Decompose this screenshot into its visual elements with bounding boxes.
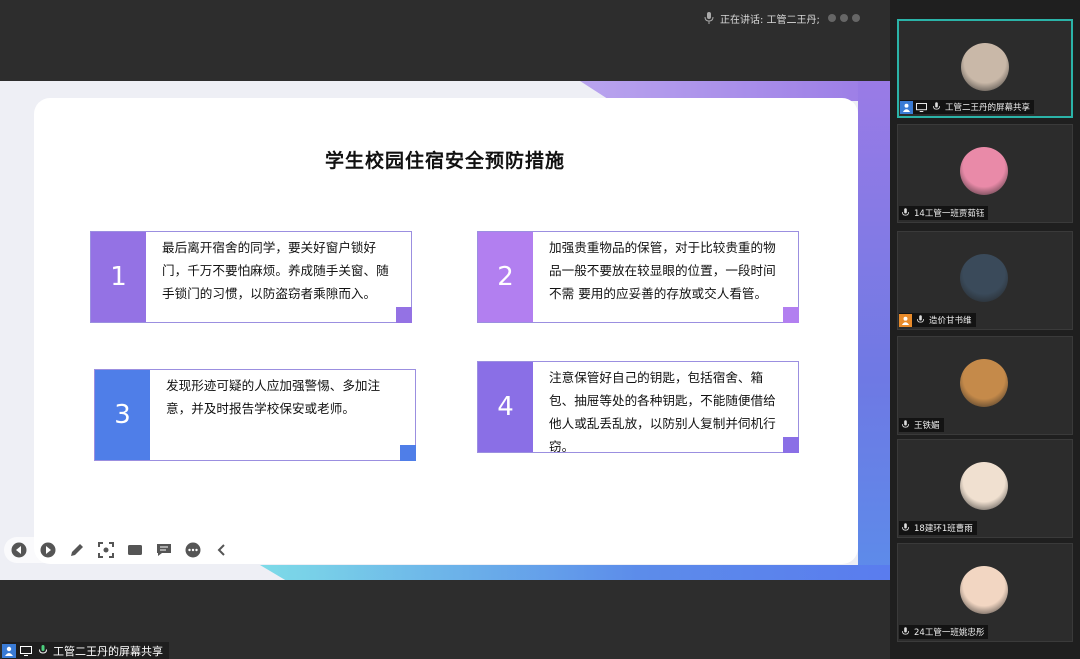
- screen-icon: [19, 644, 33, 658]
- item-text: 最后离开宿舍的同学，要关好窗户锁好门，千万不要怕麻烦。养成随手关窗、随手锁门的习…: [162, 240, 389, 301]
- item-text: 发现形迹可疑的人应加强警惕、多加注意，并及时报告学校保安或老师。: [166, 378, 381, 416]
- participant-name: 24工管一班姚忠彤: [914, 628, 985, 638]
- measure-item-3: 3 发现形迹可疑的人应加强警惕、多加注意，并及时报告学校保安或老师。: [94, 369, 416, 461]
- avatar: [960, 147, 1008, 195]
- item-corner: [396, 307, 412, 323]
- participant-name: 工管二王丹的屏幕共享: [945, 103, 1031, 113]
- avatar: [961, 43, 1009, 91]
- collapse-icon[interactable]: [213, 541, 231, 559]
- screen-share-label: 工管二王丹的屏幕共享: [2, 642, 169, 659]
- mic-icon: [36, 644, 50, 658]
- item-number: 1: [91, 232, 146, 322]
- item-corner: [400, 445, 416, 461]
- measure-item-1: 1 最后离开宿舍的同学，要关好窗户锁好门，千万不要怕麻烦。养成随手关窗、随手锁门…: [90, 231, 412, 323]
- avatar: [960, 462, 1008, 510]
- meeting-window: 正在讲话: 工管二王丹; 学生校园住宿安全预防措施 1 最后离开宿舍的同学，要关…: [0, 0, 1080, 659]
- next-icon[interactable]: [39, 541, 57, 559]
- user-icon: [900, 100, 913, 114]
- participant-name-label: 造价甘书维: [899, 313, 976, 327]
- avatar: [960, 254, 1008, 302]
- avatar: [960, 566, 1008, 614]
- speaking-indicator: 正在讲话: 工管二王丹;: [704, 10, 862, 26]
- participant-tile[interactable]: 造价甘书维: [897, 231, 1073, 330]
- participant-name: 造价甘书维: [929, 316, 972, 326]
- participant-name-label: 王铁媚: [899, 418, 944, 432]
- mic-icon: [704, 12, 714, 24]
- screenshot-icon[interactable]: [97, 541, 115, 559]
- pen-icon[interactable]: [68, 541, 86, 559]
- item-corner: [783, 437, 799, 453]
- mic-icon: [899, 522, 912, 535]
- avatar: [960, 359, 1008, 407]
- participant-tile[interactable]: 24工管一班姚忠彤: [897, 543, 1073, 642]
- prev-icon[interactable]: [10, 541, 28, 559]
- item-corner: [783, 307, 799, 323]
- comment-icon[interactable]: [155, 541, 173, 559]
- participant-tile[interactable]: 王铁媚: [897, 336, 1073, 435]
- speaking-text: 正在讲话: 工管二王丹;: [720, 14, 820, 26]
- participant-name-label: 18建环1班曹雨: [899, 521, 977, 535]
- mic-icon: [899, 626, 912, 639]
- camera-icon[interactable]: [126, 541, 144, 559]
- slide-title: 学生校园住宿安全预防措施: [324, 150, 565, 172]
- participant-panel: 工管二王丹的屏幕共享 14工管一班贾茹钰 造价甘书维王铁媚 18建环1班曹雨 24工管一…: [890, 0, 1080, 659]
- signal-icon: [827, 14, 860, 22]
- participant-tile[interactable]: 14工管一班贾茹钰: [897, 124, 1073, 223]
- participant-name: 14工管一班贾茹钰: [914, 209, 985, 219]
- participant-name-label: 工管二王丹的屏幕共享: [900, 100, 1035, 114]
- participant-name: 18建环1班曹雨: [914, 524, 973, 534]
- participant-tile[interactable]: 18建环1班曹雨: [897, 439, 1073, 538]
- user-icon: [2, 643, 16, 658]
- slide-decoration: [260, 565, 890, 580]
- item-number: 4: [478, 362, 533, 452]
- item-text: 注意保管好自己的钥匙，包括宿舍、箱包、抽屉等处的各种钥匙，不能随便借给他人或乱丢…: [549, 370, 776, 452]
- measure-item-2: 2 加强贵重物品的保管，对于比较贵重的物品一般不要放在较显眼的位置，一段时间不需…: [477, 231, 799, 323]
- item-number: 3: [95, 370, 150, 460]
- item-number: 2: [478, 232, 533, 322]
- user-icon: [899, 313, 912, 327]
- mic-icon: [899, 207, 912, 220]
- mic-icon: [899, 419, 912, 432]
- mic-icon: [914, 314, 927, 327]
- participant-name-label: 14工管一班贾茹钰: [899, 206, 989, 220]
- annotation-toolbar: [4, 537, 236, 563]
- measure-item-4: 4 注意保管好自己的钥匙，包括宿舍、箱包、抽屉等处的各种钥匙，不能随便借给他人或…: [477, 361, 799, 453]
- participant-name: 王铁媚: [914, 421, 940, 431]
- participant-name-label: 24工管一班姚忠彤: [899, 625, 989, 639]
- share-label-text: 工管二王丹的屏幕共享: [53, 644, 163, 658]
- screen-icon: [915, 101, 928, 114]
- mic-icon: [930, 101, 943, 114]
- more-icon[interactable]: [184, 541, 202, 559]
- participant-tile[interactable]: 工管二王丹的屏幕共享: [897, 19, 1073, 118]
- item-text: 加强贵重物品的保管，对于比较贵重的物品一般不要放在较显眼的位置，一段时间不需 要…: [549, 240, 776, 301]
